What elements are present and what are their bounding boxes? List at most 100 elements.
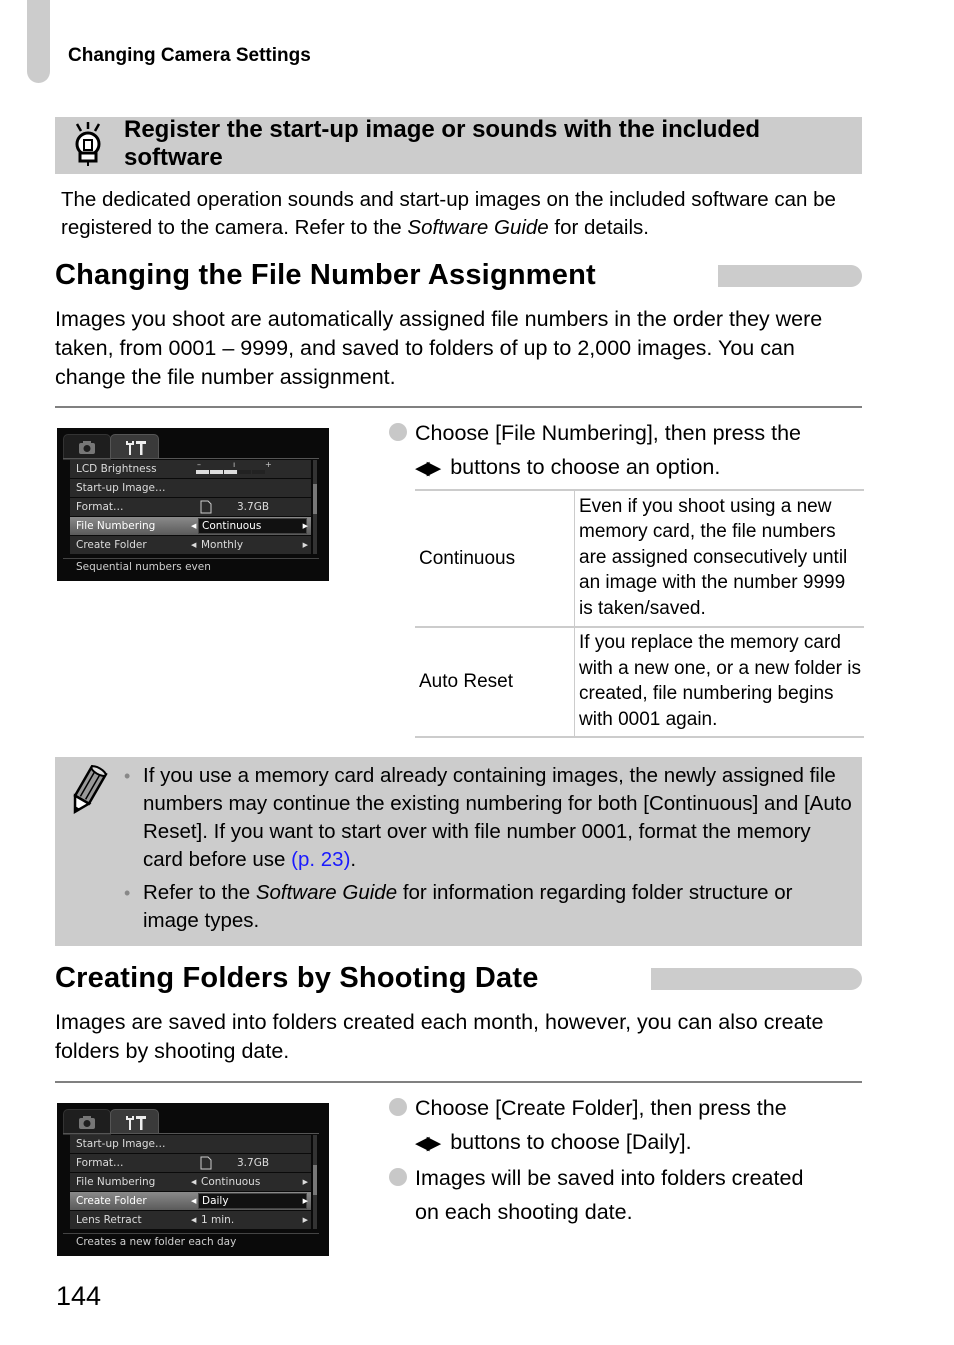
- page-number: 144: [56, 1281, 102, 1311]
- menu-row-create-folder[interactable]: Create Folder ◀ Monthly ▶: [70, 536, 311, 554]
- software-guide-ref: Software Guide: [255, 881, 398, 904]
- menu-row-lcd-brightness[interactable]: LCD Brightness – ı +: [70, 460, 311, 478]
- step-bullet: [389, 1098, 407, 1116]
- step-text: Choose [File Numbering], then press the: [415, 421, 802, 445]
- left-right-arrows-icon: ◀▶: [415, 458, 441, 479]
- step-text: Images will be saved into folders create…: [415, 1166, 804, 1190]
- divider: [55, 1081, 862, 1083]
- tab-settings: [110, 1109, 159, 1134]
- tab-settings: [110, 434, 159, 459]
- menu-row-value: 3.7GB: [237, 1157, 270, 1169]
- menu-row-startup-image[interactable]: Start-up Image…: [70, 1135, 311, 1153]
- software-guide-ref: Software Guide: [407, 216, 549, 239]
- menu-row-label: File Numbering: [76, 1176, 156, 1188]
- settings-tools-icon: [126, 1116, 146, 1130]
- tip-title: Register the start-up image or sounds wi…: [124, 116, 761, 171]
- tab-camera: [63, 434, 111, 460]
- step-bullet: [389, 1168, 407, 1186]
- section-heading-file-number: Changing the File Number Assignment: [55, 259, 596, 291]
- arrow-right-icon[interactable]: ▶: [303, 1192, 308, 1210]
- menu-row-label: Lens Retract: [76, 1214, 142, 1226]
- step-file-numbering: Choose [File Numbering], then press the …: [415, 416, 865, 486]
- scrollbar[interactable]: [313, 1135, 317, 1229]
- note-item: • Refer to the Software Guide for inform…: [122, 879, 852, 935]
- step-text: buttons to choose an option.: [450, 455, 721, 479]
- arrow-right-icon[interactable]: ▶: [303, 536, 308, 554]
- step-text: buttons to choose [Daily].: [450, 1130, 692, 1154]
- step-bullet: [389, 423, 407, 441]
- arrow-right-icon[interactable]: ▶: [303, 517, 308, 535]
- left-right-arrows-icon: ◀▶: [415, 1133, 441, 1154]
- menu-row-label: Start-up Image…: [76, 482, 166, 494]
- menu-row-create-folder[interactable]: Create Folder ◀ Daily ▶: [70, 1192, 311, 1210]
- camera-icon: [79, 441, 95, 454]
- menu-row-format[interactable]: Format… 3.7GB: [70, 498, 311, 516]
- brightness-slider[interactable]: – ı +: [195, 460, 285, 478]
- tab-underline: [63, 458, 319, 459]
- menu-hint: Sequential numbers even: [76, 561, 211, 573]
- camera-screen-create-folder: Start-up Image… Format… 3.7GB File Numbe…: [57, 1103, 329, 1256]
- scrollbar-thumb[interactable]: [313, 1165, 317, 1195]
- svg-text:–: –: [197, 460, 201, 469]
- arrow-left-icon[interactable]: ◀: [191, 1211, 196, 1229]
- step-text: Choose [Create Folder], then press the: [415, 1096, 787, 1120]
- menu-row-startup-image[interactable]: Start-up Image…: [70, 479, 311, 497]
- scrollbar[interactable]: [313, 460, 317, 554]
- heading-bar: [651, 968, 862, 990]
- tab-underline: [63, 1133, 319, 1134]
- note-text: If you use a memory card already contain…: [143, 764, 852, 871]
- pencil-icon: [64, 764, 110, 817]
- memory-card-icon: [200, 1156, 212, 1170]
- menu-row-value: Daily: [198, 1193, 307, 1209]
- tab-camera: [63, 1109, 111, 1135]
- step-create-folder: Choose [Create Folder], then press the ◀…: [415, 1091, 865, 1161]
- scrollbar-thumb[interactable]: [313, 484, 317, 514]
- table-row: Continuous Even if you shoot using a new…: [415, 489, 864, 627]
- section-heading-folders: Creating Folders by Shooting Date: [55, 962, 539, 994]
- heading-bar: [718, 265, 862, 287]
- note-text-end: .: [350, 848, 357, 871]
- menu-row-label: Create Folder: [76, 1195, 147, 1207]
- arrow-left-icon[interactable]: ◀: [191, 1173, 196, 1191]
- memory-card-icon: [200, 500, 212, 514]
- step-saved-folders: Images will be saved into folders create…: [415, 1161, 865, 1229]
- svg-text:+: +: [265, 460, 272, 469]
- arrow-left-icon[interactable]: ◀: [191, 517, 196, 535]
- section1-intro: Images you shoot are automatically assig…: [55, 307, 823, 389]
- arrow-right-icon[interactable]: ▶: [303, 1211, 308, 1229]
- arrow-right-icon[interactable]: ▶: [303, 1173, 308, 1191]
- option-description: If you replace the memory card with a ne…: [574, 626, 864, 738]
- note-item: • If you use a memory card already conta…: [122, 762, 852, 874]
- note-list: • If you use a memory card already conta…: [122, 762, 852, 940]
- footer-divider: [63, 558, 319, 559]
- menu-row-label: LCD Brightness: [76, 463, 157, 475]
- menu-row-value: 3.7GB: [237, 501, 270, 513]
- options-table: Continuous Even if you shoot using a new…: [415, 489, 864, 738]
- menu-row-file-numbering[interactable]: File Numbering ◀ Continuous ▶: [70, 1173, 311, 1191]
- menu-row-value: Monthly: [201, 539, 244, 551]
- menu-row-file-numbering[interactable]: File Numbering ◀ Continuous ▶: [70, 517, 311, 535]
- svg-text:ı: ı: [233, 460, 235, 469]
- page-23-link[interactable]: (p. 23): [291, 848, 350, 871]
- option-name: Auto Reset: [415, 626, 575, 738]
- menu-row-value: Continuous: [198, 518, 307, 534]
- footer-divider: [63, 1233, 319, 1234]
- settings-tools-icon: [126, 441, 146, 455]
- menu-row-value: 1 min.: [201, 1214, 235, 1226]
- menu-row-lens-retract[interactable]: Lens Retract ◀ 1 min. ▶: [70, 1211, 311, 1229]
- table-row: Auto Reset If you replace the memory car…: [415, 626, 864, 738]
- menu-hint: Creates a new folder each day: [76, 1236, 237, 1248]
- menu-row-value: Continuous: [201, 1176, 261, 1188]
- menu-row-format[interactable]: Format… 3.7GB: [70, 1154, 311, 1172]
- menu-row-label: Format…: [76, 1157, 124, 1169]
- section2-intro: Images are saved into folders created ea…: [55, 1010, 824, 1063]
- note-text: Refer to the: [143, 881, 256, 904]
- arrow-left-icon[interactable]: ◀: [191, 1192, 196, 1210]
- running-head: Changing Camera Settings: [68, 45, 311, 66]
- step-text: on each shooting date.: [415, 1200, 633, 1224]
- menu-row-label: Create Folder: [76, 539, 147, 551]
- arrow-left-icon[interactable]: ◀: [191, 536, 196, 554]
- tip-body-text-end: for details.: [548, 216, 649, 239]
- camera-screen-file-numbering: LCD Brightness – ı + Start-up Image… Forma…: [57, 428, 329, 581]
- divider: [55, 406, 862, 408]
